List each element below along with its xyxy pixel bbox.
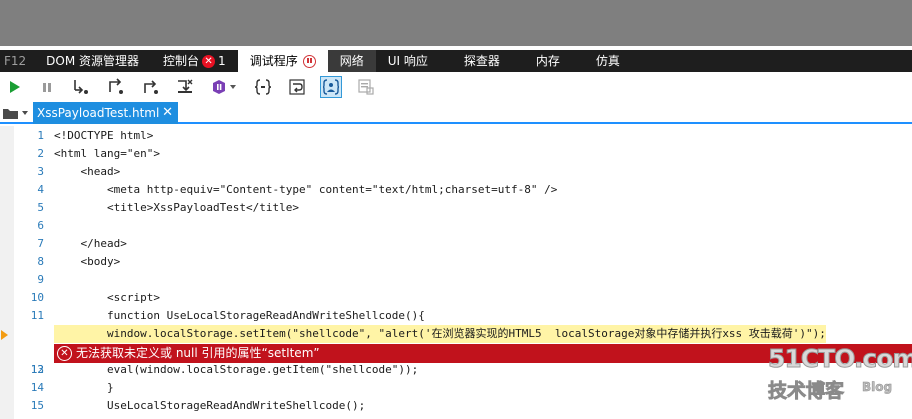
watermark-sub: 技术博客	[768, 380, 845, 403]
play-icon[interactable]	[3, 76, 25, 98]
code-text: <head>	[54, 165, 121, 178]
code-line: 4 <meta http-equiv="Content-type" conten…	[0, 181, 912, 199]
devtools-tabbar: F12 DOM 资源管理器 控制台 ✕ 1 调试程序 网络 UI 响应 探查器 …	[0, 50, 912, 72]
line-number: 3	[37, 165, 44, 178]
code-line: 7 </head>	[0, 235, 912, 253]
word-wrap-icon[interactable]	[286, 76, 308, 98]
error-icon: ✕	[57, 346, 72, 361]
watermark-blog: Blog	[862, 380, 893, 395]
code-line: 8 <body>	[0, 253, 912, 271]
code-text: <script>	[54, 291, 160, 304]
debug-window-icon[interactable]	[355, 76, 377, 98]
line-number: 15	[30, 399, 44, 412]
file-tab-label: XssPayloadTest.html	[37, 106, 160, 120]
tab-debugger[interactable]: 调试程序	[237, 50, 328, 72]
chevron-down-icon	[22, 111, 28, 115]
code-text: <html lang="en">	[54, 147, 160, 160]
code-text: eval(window.localStorage.getItem("shellc…	[54, 363, 419, 376]
code-text: UseLocalStorageReadAndWriteShellcode();	[54, 399, 366, 412]
line-number: 11	[30, 309, 44, 322]
line-number: 1	[37, 129, 44, 142]
paused-icon	[302, 54, 316, 68]
tab-dom-explorer[interactable]: DOM 资源管理器	[34, 50, 151, 72]
line-number: 2	[37, 147, 44, 160]
open-document-button[interactable]	[0, 104, 30, 122]
code-line: 5 <title>XssPayloadTest</title>	[0, 199, 912, 217]
step-into-icon[interactable]	[70, 76, 92, 98]
tab-console-label: 控制台	[163, 54, 200, 68]
code-text: window.localStorage.setItem("shellcode",…	[54, 325, 826, 343]
line-number: 7	[37, 237, 44, 250]
current-statement-line: 12 window.localStorage.setItem("shellcod…	[0, 325, 912, 376]
error-icon: ✕	[202, 54, 216, 68]
window-chrome-top	[0, 0, 912, 46]
code-line: 9	[0, 271, 912, 289]
folder-icon	[3, 109, 18, 119]
close-icon[interactable]: ✕	[162, 102, 173, 124]
debugger-toolbar	[0, 72, 912, 102]
break-on-new-worker-icon[interactable]	[174, 76, 196, 98]
line-number: 6	[37, 219, 44, 232]
code-text: <!DOCTYPE html>	[54, 129, 154, 142]
execution-pointer-icon	[1, 330, 8, 340]
code-text: function UseLocalStorageReadAndWriteShel…	[54, 309, 425, 322]
just-my-code-icon[interactable]	[320, 76, 342, 98]
watermark-logo: 51CTO.com 技术博客 Blog	[767, 344, 912, 414]
code-line: 2 <html lang="en">	[0, 145, 912, 163]
code-line: 6	[0, 217, 912, 235]
watermark-main: 51CTO.com	[767, 344, 912, 374]
step-out-icon[interactable]	[140, 76, 162, 98]
tab-profiler[interactable]: 探查器	[440, 50, 512, 72]
tab-debugger-label: 调试程序	[249, 54, 298, 68]
line-number: 8	[37, 255, 44, 268]
pretty-print-icon[interactable]	[252, 76, 274, 98]
tab-network[interactable]: 网络	[327, 50, 376, 72]
line-number: 14	[30, 381, 44, 394]
file-tab-xsspayloadtest[interactable]: XssPayloadTest.html ✕	[33, 102, 178, 124]
code-line: 1 <!DOCTYPE html>	[0, 127, 912, 145]
code-text: <body>	[54, 255, 121, 268]
code-text: }	[54, 381, 114, 394]
console-error-count: 1	[218, 54, 226, 68]
code-text: </head>	[54, 237, 127, 250]
tab-emulation[interactable]: 仿真	[572, 50, 632, 72]
file-tabs-bar: XssPayloadTest.html ✕	[0, 102, 912, 124]
line-number: 10	[30, 291, 44, 304]
tab-console[interactable]: 控制台 ✕ 1	[151, 50, 238, 72]
tab-ui-responsiveness[interactable]: UI 响应	[376, 50, 440, 72]
line-number: 5	[37, 201, 44, 214]
line-number: 13	[30, 363, 44, 376]
line-number: 9	[37, 273, 44, 286]
code-text: <title>XssPayloadTest</title>	[54, 201, 300, 214]
pause-icon[interactable]	[36, 76, 58, 98]
code-line: 11 function UseLocalStorageReadAndWriteS…	[0, 307, 912, 325]
exception-behavior-icon[interactable]	[211, 76, 239, 98]
code-text: <meta http-equiv="Content-type" content=…	[54, 183, 558, 196]
tab-f12: F12	[4, 54, 27, 68]
code-line: 3 <head>	[0, 163, 912, 181]
code-line: 10 <script>	[0, 289, 912, 307]
step-over-icon[interactable]	[105, 76, 127, 98]
line-number: 4	[37, 183, 44, 196]
tab-memory[interactable]: 内存	[512, 50, 572, 72]
